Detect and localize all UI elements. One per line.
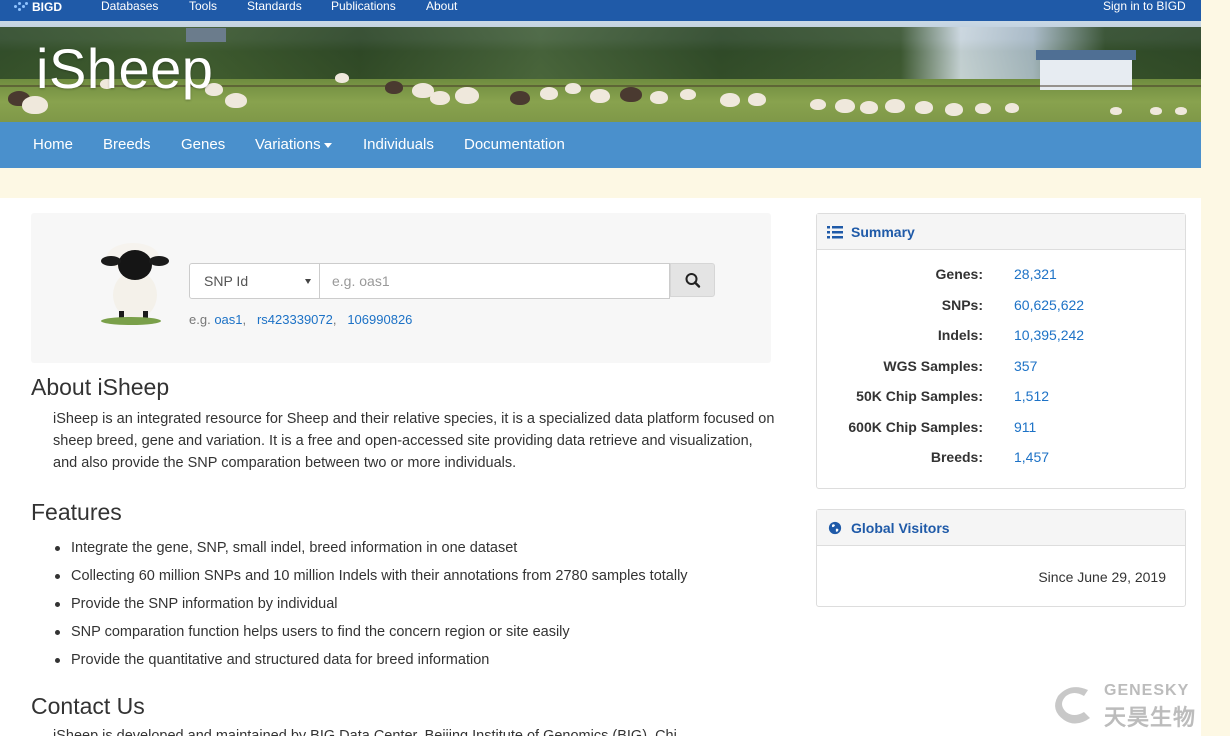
- topbar-link-standards[interactable]: Standards: [247, 0, 302, 12]
- visitors-since: Since June 29, 2019: [1038, 569, 1166, 585]
- stat-value-link[interactable]: 357: [1014, 358, 1037, 374]
- list-icon: [827, 225, 843, 238]
- summary-stats: Genes: 28,321 SNPs: 60,625,622 Indels: 10,3…: [817, 250, 1185, 488]
- caret-down-icon: [323, 142, 332, 148]
- banner-sheep: [510, 91, 530, 105]
- genesky-watermark: GENESKY 天昊生物: [1050, 682, 1220, 730]
- banner-sheep: [565, 83, 581, 94]
- banner-sheep: [835, 99, 855, 113]
- about-heading: About iSheep: [31, 374, 170, 400]
- bigd-logo-icon: [14, 2, 28, 12]
- stat-label: Breeds:: [930, 449, 983, 465]
- main-content: SNP Id e.g. oas1, rs423339072, 106990826…: [0, 198, 1201, 736]
- main-nav: Home Breeds Genes Variations Individuals…: [0, 122, 1201, 168]
- search-type-value: SNP Id: [204, 273, 249, 289]
- topbar-link-about[interactable]: About: [426, 0, 457, 12]
- features-heading: Features: [31, 499, 122, 525]
- banner-sheep: [1110, 107, 1122, 115]
- banner-sheep: [748, 93, 766, 106]
- bigd-brand-label: BIGD: [32, 0, 62, 14]
- banner-sheep: [430, 91, 450, 105]
- globe-icon: [828, 521, 842, 534]
- feature-item: Collecting 60 million SNPs and 10 millio…: [53, 562, 688, 590]
- banner-sheep: [680, 89, 696, 100]
- search-jumbotron: SNP Id e.g. oas1, rs423339072, 106990826: [31, 213, 771, 363]
- banner-sheep: [720, 93, 740, 107]
- example-link-rs423339072[interactable]: rs423339072: [257, 312, 333, 327]
- feature-item: SNP comparation function helps users to …: [53, 618, 688, 646]
- banner-sheep: [860, 101, 878, 114]
- banner-sheep: [1150, 107, 1162, 115]
- nav-individuals[interactable]: Individuals: [363, 122, 434, 168]
- topbar-link-tools[interactable]: Tools: [189, 0, 217, 12]
- site-title[interactable]: iSheep: [36, 36, 213, 101]
- visitors-panel: Global Visitors Since June 29, 2019: [816, 509, 1186, 607]
- banner-sheep: [620, 87, 642, 102]
- stat-value-link[interactable]: 911: [1014, 419, 1036, 435]
- banner-sheep: [1175, 107, 1187, 115]
- features-list: Integrate the gene, SNP, small indel, br…: [53, 534, 688, 674]
- contact-heading: Contact Us: [31, 693, 145, 719]
- stat-label: 600K Chip Samples:: [848, 419, 983, 435]
- genesky-logo-icon: [1055, 687, 1090, 724]
- nav-variations[interactable]: Variations: [255, 122, 332, 168]
- banner-sheep: [335, 73, 349, 83]
- banner-sheep: [540, 87, 558, 100]
- summary-title: Summary: [851, 223, 915, 240]
- visitors-title: Global Visitors: [851, 519, 950, 536]
- top-bar: BIGD Databases Tools Standards Publicati…: [0, 0, 1201, 21]
- banner-sheep: [1005, 103, 1019, 113]
- header-banner: iSheep: [0, 21, 1201, 122]
- examples-prefix: e.g.: [189, 312, 211, 327]
- nav-home[interactable]: Home: [33, 122, 73, 168]
- watermark-line1: GENESKY: [1104, 682, 1190, 699]
- stat-value-link[interactable]: 1,457: [1014, 449, 1049, 465]
- banner-sheep: [455, 87, 479, 104]
- summary-panel-header: Summary: [817, 214, 1185, 250]
- stat-label: Genes:: [935, 266, 983, 282]
- stat-value-link[interactable]: 1,512: [1014, 388, 1049, 404]
- nav-genes[interactable]: Genes: [181, 122, 225, 168]
- stat-value-link[interactable]: 60,625,622: [1014, 297, 1084, 313]
- stat-label: Indels:: [937, 327, 983, 343]
- signin-link[interactable]: Sign in to BIGD: [1103, 0, 1186, 12]
- banner-sheep: [915, 101, 933, 114]
- watermark-line2: 天昊生物: [1104, 705, 1197, 730]
- topbar-link-databases[interactable]: Databases: [101, 0, 158, 12]
- banner-sheep: [885, 99, 905, 113]
- search-examples: e.g. oas1, rs423339072, 106990826: [189, 312, 413, 327]
- about-text: iSheep is an integrated resource for She…: [53, 411, 775, 471]
- topbar-link-publications[interactable]: Publications: [331, 0, 396, 12]
- search-type-select[interactable]: SNP Id: [189, 263, 320, 299]
- banner-sheep: [945, 103, 963, 116]
- banner-sheep: [650, 91, 668, 104]
- feature-item: Integrate the gene, SNP, small indel, br…: [53, 534, 688, 562]
- feature-item: Provide the quantitative and structured …: [53, 646, 688, 674]
- banner-sheep: [975, 103, 991, 114]
- nav-breeds[interactable]: Breeds: [103, 122, 151, 168]
- example-link-106990826[interactable]: 106990826: [347, 312, 412, 327]
- feature-item: Provide the SNP information by individua…: [53, 590, 688, 618]
- stat-label: 50K Chip Samples:: [856, 388, 983, 404]
- search-button[interactable]: [670, 263, 715, 297]
- banner-sheep: [810, 99, 826, 110]
- stat-label: WGS Samples:: [883, 358, 983, 374]
- lamb-icon: [101, 243, 169, 325]
- example-link-oas1[interactable]: oas1: [214, 312, 242, 327]
- search-input[interactable]: [320, 263, 670, 299]
- banner-sheep: [225, 93, 247, 108]
- search-icon: [685, 273, 701, 288]
- banner-sheep: [385, 81, 403, 94]
- stat-value-link[interactable]: 28,321: [1014, 266, 1057, 282]
- stat-label: SNPs:: [941, 297, 983, 313]
- banner-sheep: [590, 89, 610, 103]
- nav-variations-label: Variations: [255, 136, 321, 153]
- stat-value-link[interactable]: 10,395,242: [1014, 327, 1084, 343]
- contact-text: iSheep is developed and maintained by BI…: [53, 728, 689, 736]
- select-arrow-icon: [305, 279, 311, 284]
- visitors-panel-header: Global Visitors: [817, 510, 1185, 546]
- bigd-brand[interactable]: BIGD: [14, 0, 62, 14]
- nav-documentation[interactable]: Documentation: [464, 122, 565, 168]
- summary-panel: Summary Genes: 28,321 SNPs: 60,625,622 Ind…: [816, 213, 1186, 489]
